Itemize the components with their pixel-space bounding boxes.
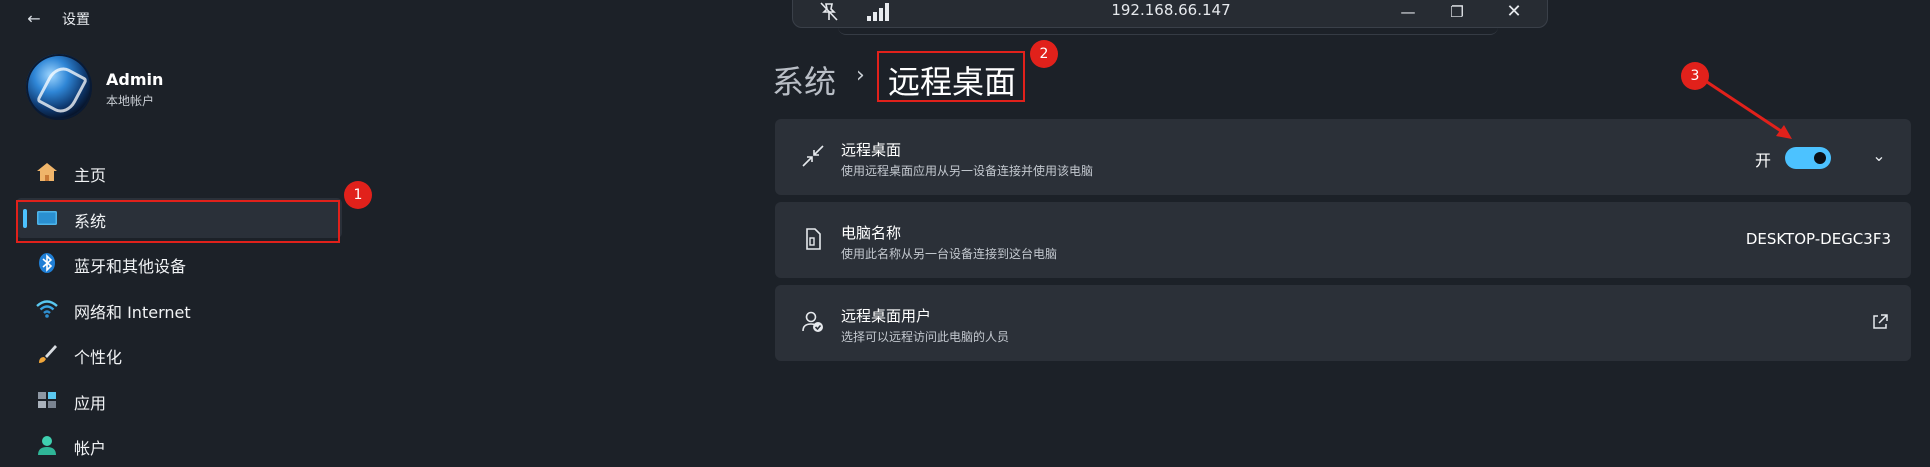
remote-ip-address: 192.168.66.147 (1111, 1, 1231, 19)
close-button[interactable]: ✕ (1499, 0, 1529, 25)
breadcrumb-separator: › (856, 63, 865, 88)
wifi-icon (36, 299, 58, 319)
sidebar-item-apps[interactable]: 应用 (16, 380, 342, 420)
sidebar-item-home[interactable]: 主页 (16, 152, 342, 192)
sidebar-item-label: 应用 (74, 393, 107, 413)
annotation-arrow (1706, 80, 1792, 139)
remote-desktop-title: 远程桌面 (841, 141, 902, 159)
restore-button[interactable]: ❐ (1442, 0, 1472, 25)
pc-document-icon (801, 227, 825, 251)
breadcrumb-parent[interactable]: 系统 (772, 57, 836, 103)
minimize-button[interactable]: — (1393, 0, 1423, 25)
sidebar-item-accounts[interactable]: 帐户 (16, 425, 342, 465)
sidebar-item-label: 主页 (74, 166, 107, 185)
annotation-highlight-system (16, 200, 340, 243)
pc-name-description: 使用此名称从另一台设备连接到这台电脑 (841, 247, 1058, 261)
back-button[interactable]: ← (22, 8, 46, 30)
pc-name-title: 电脑名称 (841, 224, 902, 242)
app-title: 设置 (62, 12, 90, 28)
bluetooth-icon (36, 253, 58, 273)
annotation-highlight-title (877, 51, 1025, 102)
remote-desktop-description: 使用远程桌面应用从另一设备连接并使用该电脑 (841, 164, 1094, 178)
avatar (26, 54, 92, 120)
remote-bar-shadow (838, 27, 1498, 35)
title-bar: ← 设置 (0, 0, 760, 38)
sidebar-item-bluetooth[interactable]: 蓝牙和其他设备 (16, 243, 342, 283)
profile-name: Admin (106, 70, 164, 89)
remote-desktop-icon (801, 144, 825, 168)
apps-icon (36, 390, 58, 410)
chevron-down-icon[interactable]: ⌄ (1869, 143, 1889, 169)
sidebar-item-label: 个性化 (74, 348, 123, 367)
profile-account-type: 本地帐户 (106, 94, 155, 108)
brush-icon (36, 344, 58, 364)
toggle-knob (1814, 152, 1826, 164)
sidebar-item-network[interactable]: 网络和 Internet (16, 289, 342, 329)
home-icon (36, 162, 58, 182)
sidebar-item-label: 网络和 Internet (74, 302, 191, 322)
sidebar-item-label: 蓝牙和其他设备 (74, 257, 187, 276)
pc-name-value: DESKTOP-DEGC3F3 (1745, 230, 1891, 248)
pc-name-card[interactable]: 电脑名称 使用此名称从另一台设备连接到这台电脑 DESKTOP-DEGC3F3 (775, 202, 1911, 278)
sidebar-item-label: 帐户 (74, 439, 107, 458)
remote-connection-bar: 192.168.66.147 — ❐ ✕ (792, 0, 1548, 35)
annotation-marker-1: 1 (344, 181, 372, 209)
remote-users-title: 远程桌面用户 (841, 307, 932, 325)
user-profile[interactable]: Admin 本地帐户 (26, 52, 326, 126)
remote-desktop-users-card[interactable]: 远程桌面用户 选择可以远程访问此电脑的人员 (775, 285, 1911, 361)
person-icon (36, 435, 58, 455)
annotation-marker-2: 2 (1030, 40, 1058, 68)
user-check-icon (801, 310, 825, 334)
external-link-icon[interactable] (1871, 313, 1889, 331)
sidebar-item-personalization[interactable]: 个性化 (16, 334, 342, 374)
remote-users-description: 选择可以远程访问此电脑的人员 (841, 330, 1010, 344)
